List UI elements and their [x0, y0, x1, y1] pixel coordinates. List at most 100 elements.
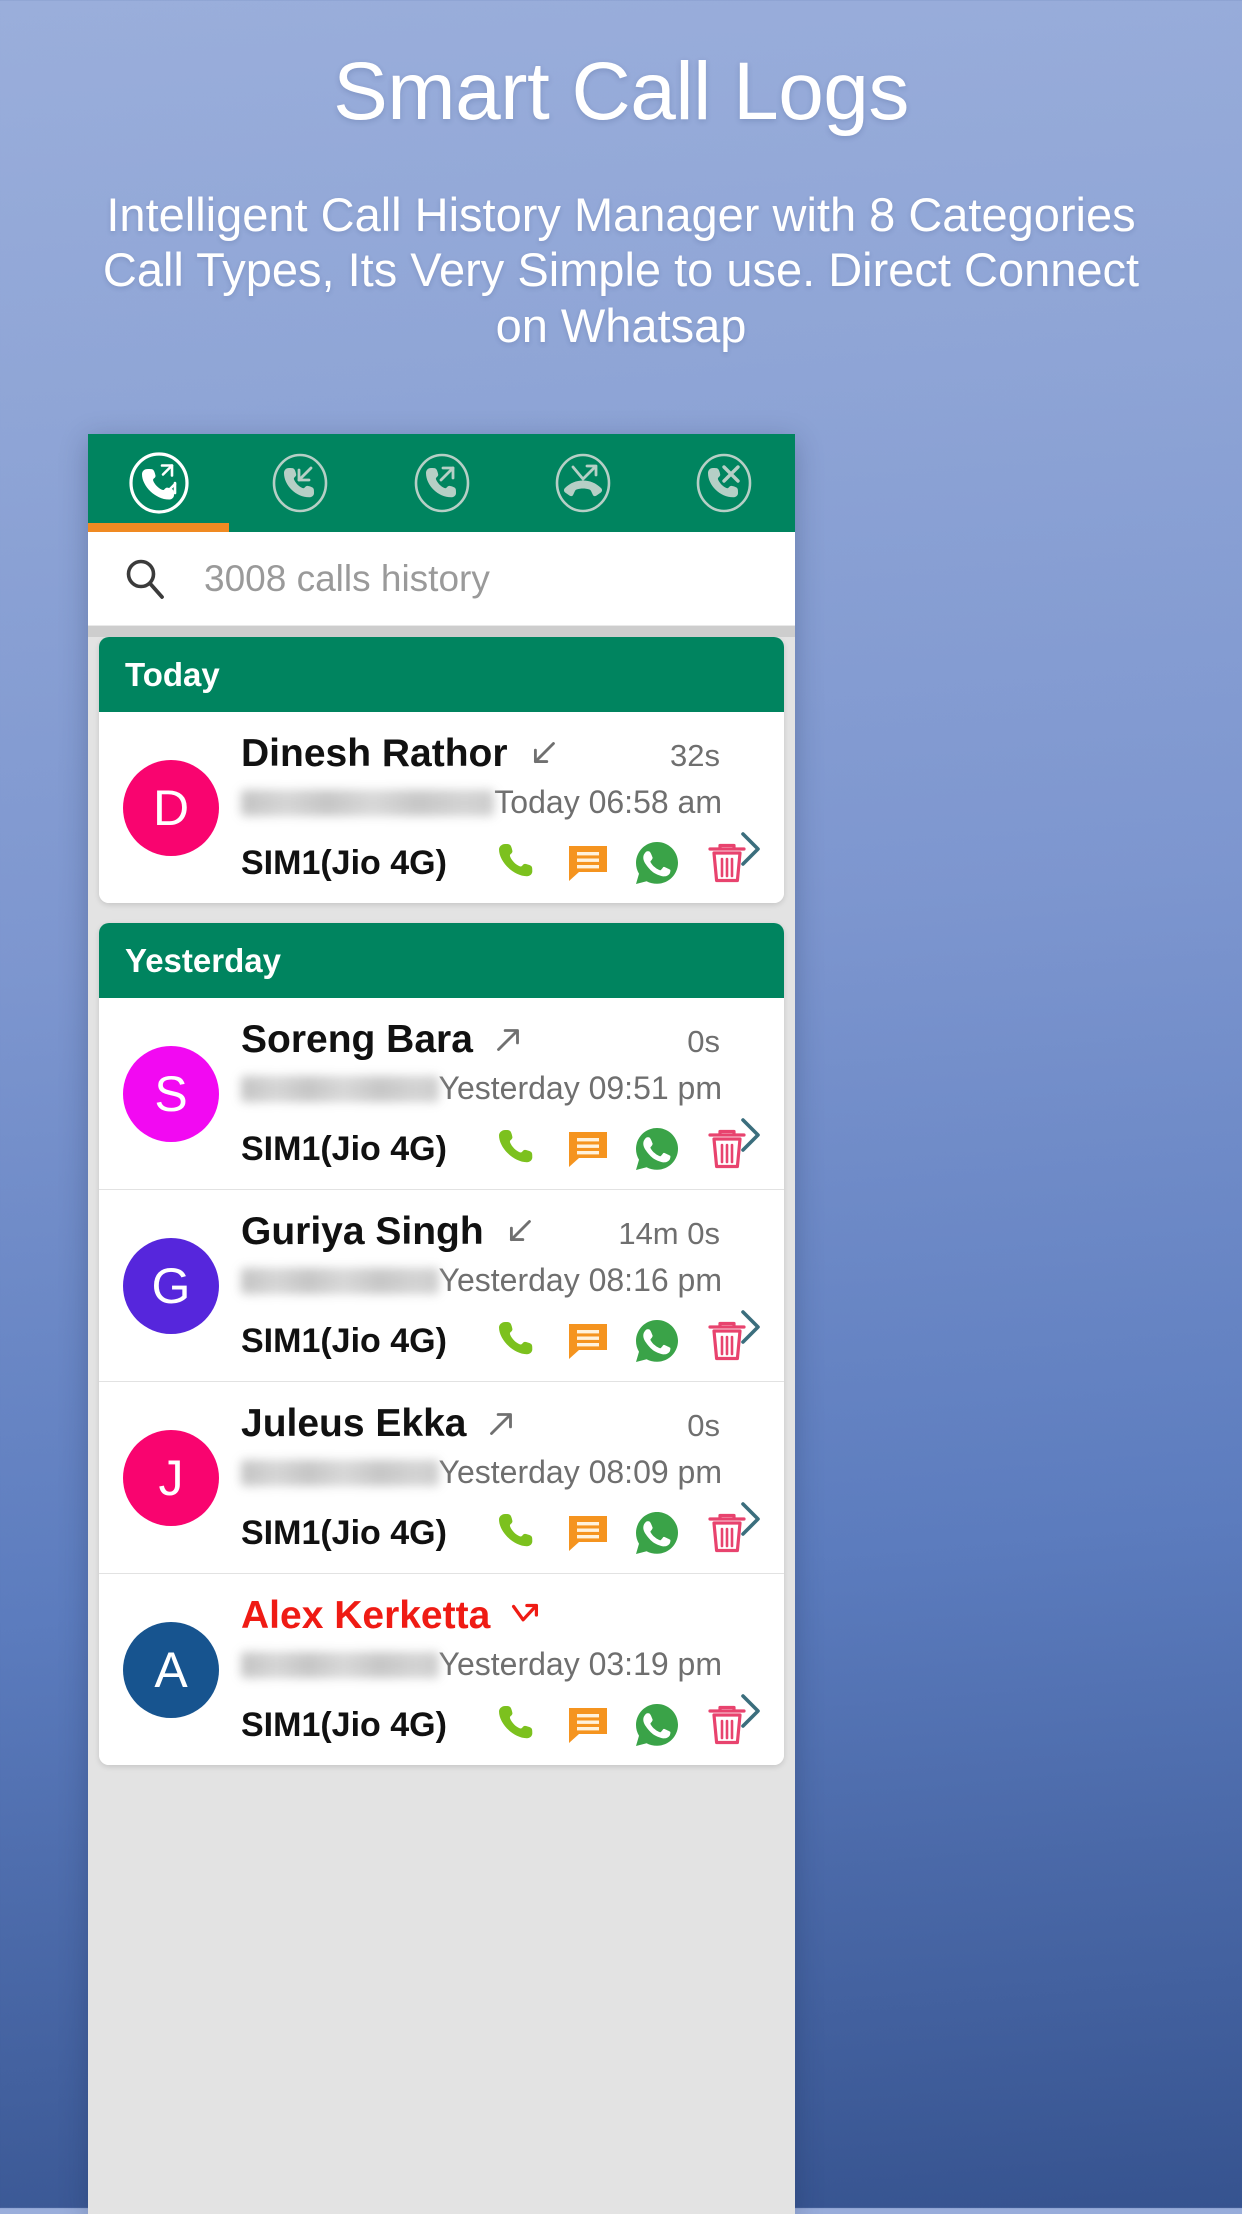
- search-icon: [122, 556, 168, 602]
- call-type-tabbar: [88, 434, 795, 532]
- promo-header: Smart Call Logs Intelligent Call History…: [0, 0, 1242, 353]
- contact-name: Dinesh Rathor: [241, 732, 562, 776]
- contact-name: Alex Kerketta: [241, 1594, 544, 1638]
- row-action-bar: [447, 1315, 766, 1367]
- contact-name-text: Soreng Bara: [241, 1018, 473, 1061]
- page-subtitle: Intelligent Call History Manager with 8 …: [102, 187, 1140, 352]
- page-title: Smart Call Logs: [333, 46, 909, 137]
- tab-rejected-calls[interactable]: [654, 434, 795, 532]
- sms-action[interactable]: [562, 837, 614, 889]
- call-direction-rejected-icon: [506, 1597, 544, 1635]
- call-direction-incoming-icon: [524, 735, 562, 773]
- call-duration: 32s: [670, 738, 720, 773]
- tab-outgoing-calls[interactable]: [371, 434, 512, 532]
- contact-name-text: Juleus Ekka: [241, 1402, 467, 1445]
- call-duration: 0s: [687, 1408, 720, 1443]
- call-duration: 14m 0s: [618, 1216, 720, 1251]
- call-row-mid: Yesterday 08:09 pm: [241, 1454, 766, 1491]
- whatsapp-action[interactable]: [631, 1699, 683, 1751]
- row-action-bar: [447, 837, 766, 889]
- contact-name-text: Dinesh Rathor: [241, 732, 508, 775]
- tab-all-calls[interactable]: [88, 434, 229, 532]
- phone-outgoing-icon: [411, 452, 473, 514]
- sms-action[interactable]: [562, 1507, 614, 1559]
- whatsapp-action[interactable]: [631, 1123, 683, 1175]
- call-direction-incoming-icon: [500, 1213, 538, 1251]
- call-row-mid: Today 06:58 am: [241, 784, 766, 821]
- call-action[interactable]: [492, 1315, 544, 1367]
- call-row-bottom: SIM1(Jio 4G): [241, 1507, 766, 1559]
- sim-label: SIM1(Jio 4G): [241, 1321, 447, 1360]
- call-log-row[interactable]: A Alex Kerketta Yesterday 03:19 pm SIM1(Jio…: [99, 1574, 784, 1765]
- contact-name-text: Guriya Singh: [241, 1210, 484, 1253]
- call-timestamp: Yesterday 03:19 pm: [438, 1646, 722, 1682]
- call-direction-outgoing-icon: [482, 1405, 520, 1443]
- search-bar[interactable]: 3008 calls history: [88, 532, 795, 626]
- tab-missed-calls[interactable]: [512, 434, 653, 532]
- phone-number-masked: [241, 1459, 439, 1486]
- sms-action[interactable]: [562, 1315, 614, 1367]
- whatsapp-action[interactable]: [631, 1507, 683, 1559]
- phone-incoming-icon: [269, 452, 331, 514]
- call-row-top: Dinesh Rathor 32s: [241, 726, 766, 776]
- call-action[interactable]: [492, 1507, 544, 1559]
- call-group-card: Today D Dinesh Rathor 32s Today 06:58 am SIM1…: [99, 637, 784, 903]
- avatar: S: [123, 1045, 219, 1142]
- avatar: J: [123, 1429, 219, 1526]
- sms-action[interactable]: [562, 1699, 614, 1751]
- call-row-body: Alex Kerketta Yesterday 03:19 pm SIM1(Jio …: [219, 1588, 766, 1751]
- phone-number-masked: [241, 1267, 439, 1294]
- call-row-body: Dinesh Rathor 32s Today 06:58 am SIM1(Jio 4…: [219, 726, 766, 889]
- tab-incoming-calls[interactable]: [229, 434, 370, 532]
- call-log-row[interactable]: S Soreng Bara 0s Yesterday 09:51 pm SIM1(Jio…: [99, 998, 784, 1190]
- contact-name-text: Alex Kerketta: [241, 1594, 491, 1637]
- phone-number-masked: [241, 1075, 439, 1102]
- call-action[interactable]: [492, 837, 544, 889]
- phone-rejected-icon: [693, 452, 755, 514]
- contact-name: Juleus Ekka: [241, 1402, 520, 1446]
- call-row-top: Guriya Singh 14m 0s: [241, 1204, 766, 1254]
- whatsapp-action[interactable]: [631, 1315, 683, 1367]
- call-action[interactable]: [492, 1699, 544, 1751]
- call-row-top: Alex Kerketta: [241, 1588, 766, 1638]
- contact-name: Guriya Singh: [241, 1210, 538, 1254]
- call-duration: 0s: [687, 1024, 720, 1059]
- call-row-top: Juleus Ekka 0s: [241, 1396, 766, 1446]
- call-log-row[interactable]: G Guriya Singh 14m 0s Yesterday 08:16 pm SIM…: [99, 1190, 784, 1382]
- sim-label: SIM1(Jio 4G): [241, 1129, 447, 1168]
- row-action-bar: [447, 1699, 766, 1751]
- row-action-bar: [447, 1507, 766, 1559]
- call-timestamp: Today 06:58 am: [494, 784, 722, 820]
- phone-number-masked: [241, 1651, 439, 1678]
- avatar: A: [123, 1621, 219, 1718]
- search-input[interactable]: 3008 calls history: [204, 558, 490, 600]
- call-group: Yesterday S Soreng Bara 0s Yesterday 09:51 p…: [99, 923, 784, 1765]
- sim-label: SIM1(Jio 4G): [241, 1513, 447, 1552]
- contact-name: Soreng Bara: [241, 1018, 527, 1062]
- phone-number-masked: [241, 789, 495, 816]
- call-timestamp: Yesterday 09:51 pm: [438, 1070, 722, 1106]
- call-log-row[interactable]: D Dinesh Rathor 32s Today 06:58 am SIM1(Jio …: [99, 712, 784, 903]
- call-row-bottom: SIM1(Jio 4G): [241, 1123, 766, 1175]
- sim-label: SIM1(Jio 4G): [241, 843, 447, 882]
- whatsapp-action[interactable]: [631, 837, 683, 889]
- call-group-header: Today: [99, 637, 784, 712]
- call-log-row[interactable]: J Juleus Ekka 0s Yesterday 08:09 pm SIM1(Jio…: [99, 1382, 784, 1574]
- call-action[interactable]: [492, 1123, 544, 1175]
- call-row-bottom: SIM1(Jio 4G): [241, 1315, 766, 1367]
- phone-missed-icon: [552, 452, 614, 514]
- call-row-mid: Yesterday 09:51 pm: [241, 1070, 766, 1107]
- call-row-mid: Yesterday 03:19 pm: [241, 1646, 766, 1683]
- call-row-body: Juleus Ekka 0s Yesterday 08:09 pm SIM1(Jio …: [219, 1396, 766, 1559]
- call-row-body: Guriya Singh 14m 0s Yesterday 08:16 pm SIM1…: [219, 1204, 766, 1367]
- call-direction-outgoing-icon: [489, 1021, 527, 1059]
- sms-action[interactable]: [562, 1123, 614, 1175]
- call-group-card: Yesterday S Soreng Bara 0s Yesterday 09:51 p…: [99, 923, 784, 1765]
- call-log-list[interactable]: Today D Dinesh Rathor 32s Today 06:58 am SIM1…: [88, 637, 795, 2214]
- sim-label: SIM1(Jio 4G): [241, 1705, 447, 1744]
- row-action-bar: [447, 1123, 766, 1175]
- call-group-header: Yesterday: [99, 923, 784, 998]
- call-row-mid: Yesterday 08:16 pm: [241, 1262, 766, 1299]
- call-row-bottom: SIM1(Jio 4G): [241, 837, 766, 889]
- app-screen: 3008 calls history Today D Dinesh Rathor 32…: [88, 434, 795, 2214]
